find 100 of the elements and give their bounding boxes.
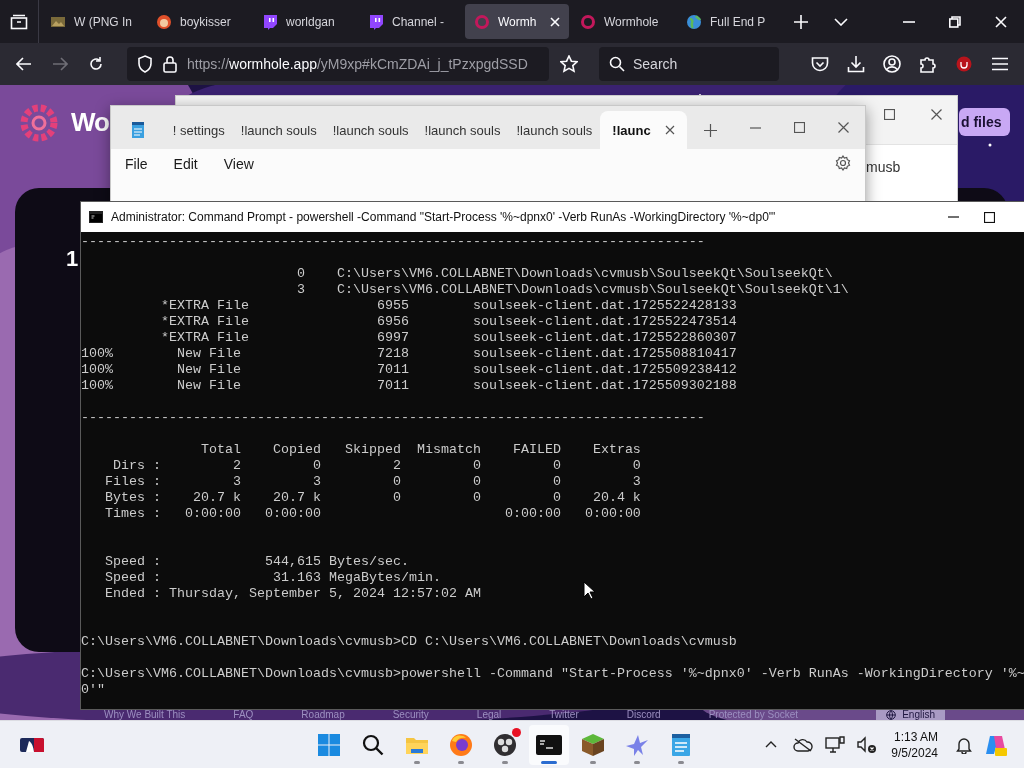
search-field[interactable]: Search: [599, 47, 779, 81]
chevron-down-icon[interactable]: [834, 17, 848, 26]
terminal-line: ------------------------------------------------------------------------------: [81, 410, 705, 426]
minimize-icon[interactable]: [947, 216, 959, 218]
star-icon[interactable]: [560, 55, 578, 73]
menu-item[interactable]: Edit: [163, 156, 208, 172]
terminal-line: Files : 3 3 0 0 0 3: [104, 474, 641, 490]
browser-tab[interactable]: boykisser: [147, 4, 251, 39]
restore-icon[interactable]: [949, 15, 961, 28]
address-bar[interactable]: https://wormhole.app/yM9xp#kCmZDAi_j_tPzxpgdSSD: [127, 47, 549, 81]
search-icon: [609, 56, 625, 72]
terminal-line: 100% New File 7011 soulseek-client.dat.1725509302188: [81, 378, 737, 394]
chat-icon: [368, 13, 384, 30]
notepad-icon: [130, 121, 145, 139]
browser-tab[interactable]: W (PNG In: [41, 4, 145, 39]
bell-icon[interactable]: [956, 735, 972, 754]
path-text: musb: [866, 159, 901, 175]
terminal-line: Speed : 544,615 Bytes/sec.: [104, 554, 409, 570]
tab-list-icon[interactable]: [10, 13, 28, 30]
notepad-icon[interactable]: [671, 732, 691, 757]
terminal-line: 0'": [81, 682, 105, 698]
settings-icon[interactable]: [835, 154, 851, 171]
chevron-up-icon[interactable]: [765, 741, 778, 748]
round-icon: [156, 13, 172, 30]
footer-link[interactable]: FAQ: [233, 710, 254, 720]
grass-block-icon[interactable]: [581, 732, 605, 757]
browser-tab[interactable]: Wormhole: [571, 4, 675, 39]
url-text: https://wormhole.app/yM9xp#kCmZDAi_j_tPzxpgdSSD: [187, 56, 529, 72]
browser-tab[interactable]: Channel -: [359, 4, 463, 39]
maximize-icon[interactable]: [984, 211, 995, 223]
shield-badge-icon[interactable]: [956, 56, 972, 72]
terminal-line: C:\Users\VM6.COLLABNET\Downloads\cvmusb>powershell -Command "Start-Process '%~dpnx0' -Verb RunAs -WorkingDirectory '%~: [81, 666, 1024, 682]
swirl-logo-icon: [19, 103, 59, 143]
editor-tab[interactable]: !launch souls: [508, 111, 601, 149]
maximize-icon[interactable]: [794, 122, 806, 133]
footer-link[interactable]: Legal: [476, 710, 502, 720]
editor-tab[interactable]: !launch souls: [232, 111, 325, 149]
speaker-muted-icon[interactable]: [857, 735, 878, 754]
pocket-icon[interactable]: [811, 56, 829, 72]
network-icon[interactable]: [825, 735, 846, 754]
windows-start-icon[interactable]: [318, 733, 340, 756]
terminal-icon: [89, 211, 103, 223]
footer-link[interactable]: Discord: [626, 710, 661, 720]
terminal-icon[interactable]: [536, 734, 562, 755]
notification-dot: [512, 727, 521, 737]
footer-link[interactable]: Security: [392, 710, 429, 720]
terminal-line: 100% New File 7218 soulseek-client.dat.1725508810417: [81, 346, 737, 362]
lock-icon: [163, 55, 177, 73]
step-number: 1: [66, 246, 79, 272]
terminal-line: Speed : 31.163 MegaBytes/min.: [104, 570, 441, 586]
puzzle-icon[interactable]: [919, 55, 937, 73]
maximize-icon[interactable]: [883, 108, 895, 120]
language-button[interactable]: English: [876, 710, 945, 720]
cloud-off-icon[interactable]: [793, 737, 814, 752]
terminal-line: 100% New File 7011 soulseek-client.dat.1725509238412: [81, 362, 737, 378]
download-icon[interactable]: [847, 55, 865, 73]
browser-tab[interactable]: Full End P: [677, 4, 781, 39]
editor-tab[interactable]: !launch souls: [324, 111, 417, 149]
close-icon[interactable]: [930, 108, 942, 120]
menu-item[interactable]: File: [115, 156, 158, 172]
terminal-line: *EXTRA File 6956 soulseek-client.dat.1725522473514: [159, 314, 737, 330]
clock[interactable]: 1:13 AM 9/5/2024: [891, 728, 938, 761]
logo-text: Wo: [71, 107, 109, 138]
browser-tab[interactable]: worldgan: [253, 4, 357, 39]
terminal-line: 0 C:\Users\VM6.COLLABNET\Downloads\cvmusb\SoulseekQt\SoulseekQt\: [295, 266, 833, 282]
globe-icon: [886, 710, 897, 720]
mouse-pointer-icon: [583, 581, 595, 600]
footer-link[interactable]: Why We Built This: [104, 710, 186, 720]
forward-arrow-icon[interactable]: [52, 57, 68, 71]
menu-item[interactable]: View: [213, 156, 264, 172]
account-icon[interactable]: [883, 55, 901, 73]
terminal-line: *EXTRA File 6955 soulseek-client.dat.1725522428133: [159, 298, 737, 314]
flag-icon[interactable]: [20, 737, 44, 752]
footer-link[interactable]: Roadmap: [301, 710, 345, 720]
globe-icon: [686, 13, 702, 30]
firefox-icon[interactable]: [449, 732, 473, 757]
taskbar-app[interactable]: [529, 724, 569, 765]
terminal-line: Ended : Thursday, September 5, 2024 12:57:02 AM: [104, 586, 481, 602]
footer-link[interactable]: Twitter: [549, 710, 579, 720]
editor-tab[interactable]: !launc: [600, 111, 687, 149]
shield-icon: [137, 55, 153, 73]
terminal-line: 3 C:\Users\VM6.COLLABNET\Downloads\cvmusb\SoulseekQt\SoulseekQt\1\: [295, 282, 849, 298]
close-icon[interactable]: [837, 122, 849, 133]
menu-icon[interactable]: [992, 57, 1008, 71]
recorder-icon[interactable]: [493, 732, 517, 757]
editor-tab[interactable]: !launch souls: [416, 111, 509, 149]
editor-tab[interactable]: ! settings: [164, 111, 233, 149]
window-title: Administrator: Command Prompt - powershell -Command "Start-Process '%~dpnx0' -Verb RunAs -WorkingDirectory '%~dp0'": [111, 210, 777, 224]
ring-icon: [580, 13, 596, 30]
back-arrow-icon[interactable]: [16, 57, 32, 71]
search-icon[interactable]: [362, 733, 384, 756]
terminal-line: *EXTRA File 6997 soulseek-client.dat.1725522860307: [159, 330, 737, 346]
terminal-line: Total Copied Skipped Mismatch FAILED Extras: [199, 442, 641, 458]
terminal-line: C:\Users\VM6.COLLABNET\Downloads\cvmusb>CD C:\Users\VM6.COLLABNET\Downloads\cvmusb: [81, 634, 737, 650]
reload-icon[interactable]: [88, 56, 104, 72]
new-tab-icon[interactable]: [703, 123, 717, 137]
upload-button[interactable]: d files: [959, 108, 1011, 136]
close-icon[interactable]: [664, 125, 675, 135]
browser-tab[interactable]: Wormh: [465, 4, 569, 39]
ring-icon: [474, 13, 490, 30]
